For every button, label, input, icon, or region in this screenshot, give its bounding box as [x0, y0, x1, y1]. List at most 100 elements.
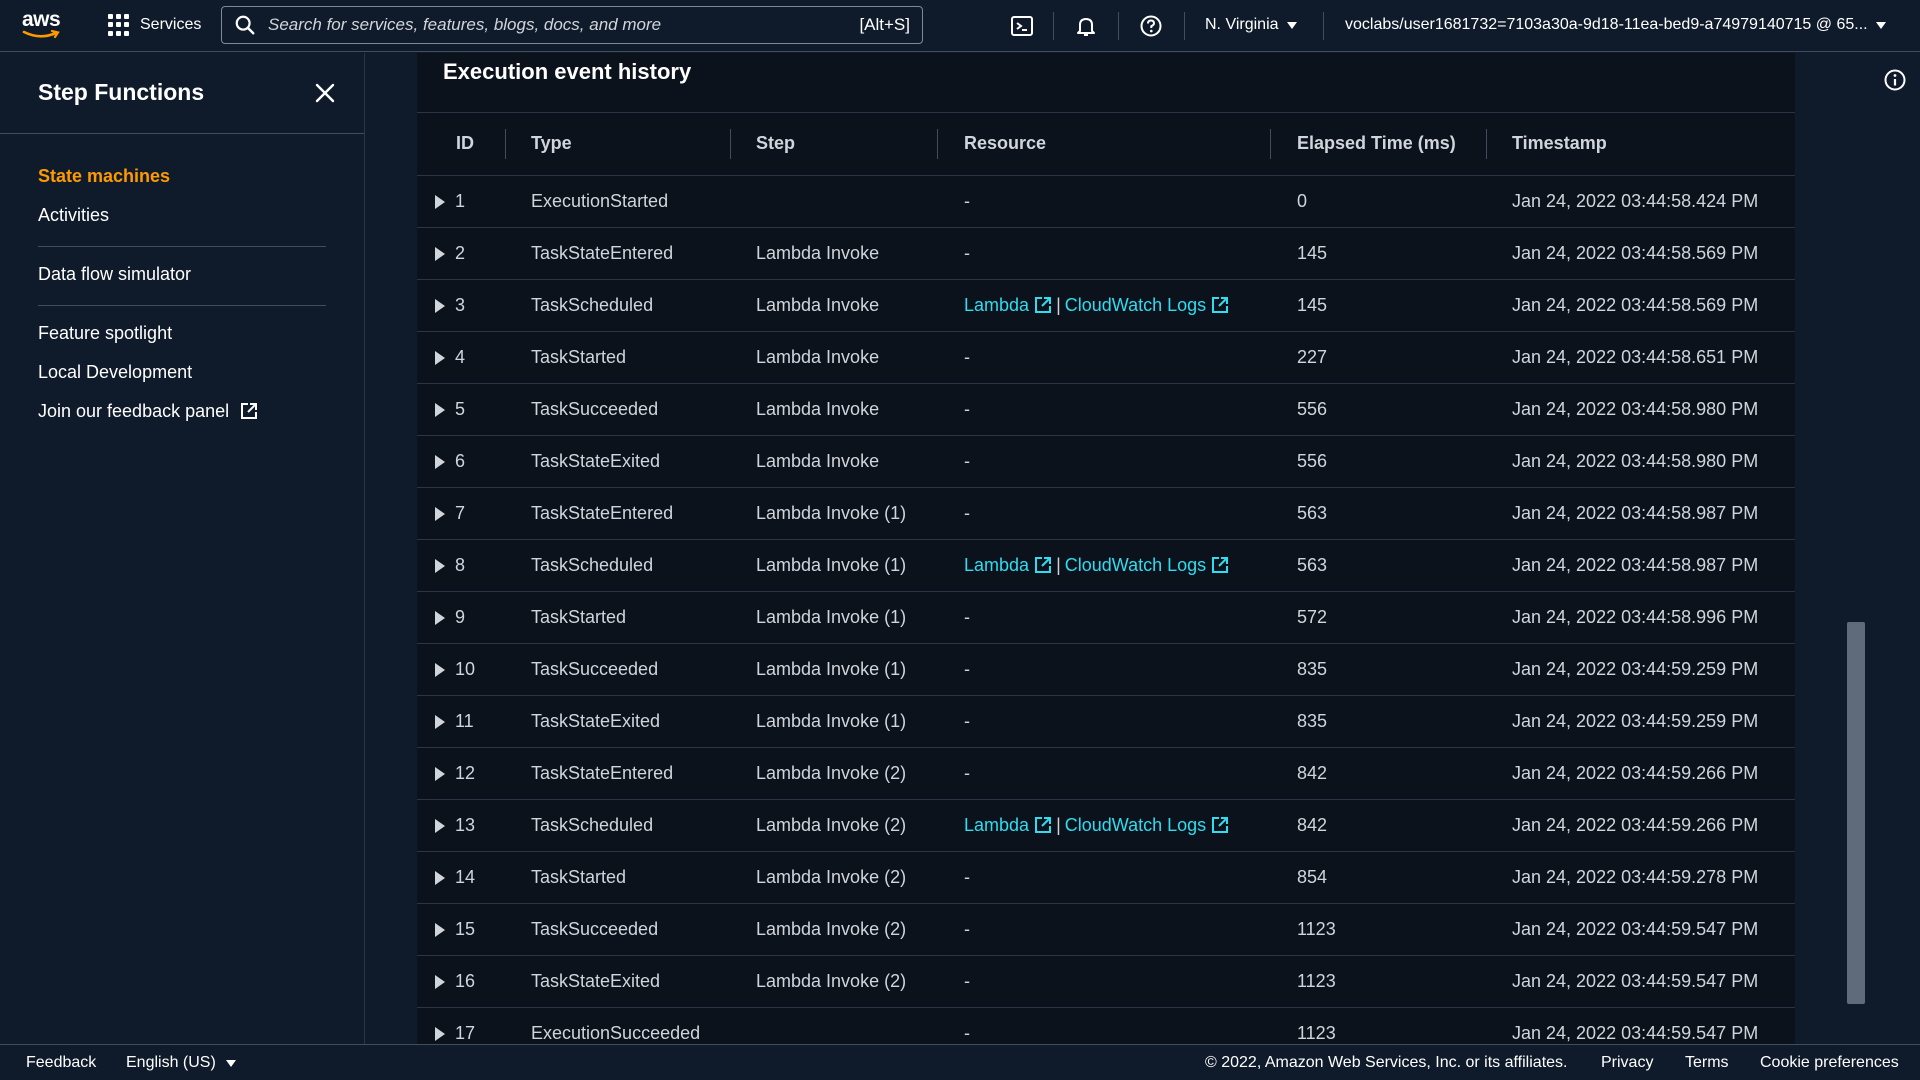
step-cell: Lambda Invoke (1) — [756, 503, 907, 523]
resource-cell: - — [964, 347, 970, 367]
cloudwatch-logs-link[interactable]: CloudWatch Logs — [1065, 815, 1206, 835]
expand-triangle-icon[interactable] — [435, 507, 445, 521]
sidebar-divider — [38, 246, 326, 247]
expand-triangle-icon[interactable] — [435, 559, 445, 573]
expand-triangle-icon[interactable] — [435, 195, 445, 209]
column-header-elapsed-time[interactable]: Elapsed Time (ms) — [1297, 133, 1456, 154]
table-row[interactable]: 7 TaskStateEntered Lambda Invoke (1) - 563 Ja… — [417, 488, 1795, 540]
help-icon[interactable] — [1139, 14, 1163, 38]
table-row[interactable]: 12 TaskStateEntered Lambda Invoke (2) - 842 J… — [417, 748, 1795, 800]
sidebar-item-data-flow-simulator[interactable]: Data flow simulator — [38, 264, 191, 285]
account-menu[interactable]: voclabs/user1681732=7103a30a-9d18-11ea-b… — [1345, 16, 1886, 34]
table-row[interactable]: 3 TaskScheduled Lambda Invoke Lambda | CloudW… — [417, 280, 1795, 332]
table-row[interactable]: 16 TaskStateExited Lambda Invoke (2) - 1123 J… — [417, 956, 1795, 1008]
sidebar-item-state-machines[interactable]: State machines — [38, 166, 170, 187]
expand-triangle-icon[interactable] — [435, 923, 445, 937]
type-cell: TaskScheduled — [531, 555, 654, 575]
cloudwatch-logs-link[interactable]: CloudWatch Logs — [1065, 555, 1206, 575]
step-cell: Lambda Invoke — [756, 243, 880, 263]
expand-triangle-icon[interactable] — [435, 767, 445, 781]
bell-icon[interactable] — [1074, 14, 1098, 38]
footer-terms-link[interactable]: Terms — [1685, 1054, 1729, 1072]
expand-triangle-icon[interactable] — [435, 611, 445, 625]
id-cell: 14 — [455, 867, 476, 887]
timestamp-cell: Jan 24, 2022 03:44:58.569 PM — [1512, 295, 1759, 315]
column-header-timestamp[interactable]: Timestamp — [1512, 133, 1607, 154]
expand-triangle-icon[interactable] — [435, 871, 445, 885]
expand-triangle-icon[interactable] — [435, 1027, 445, 1041]
search-input[interactable]: Search for services, features, blogs, do… — [221, 6, 923, 44]
cloudwatch-logs-link[interactable]: CloudWatch Logs — [1065, 295, 1206, 315]
table-row[interactable]: 14 TaskStarted Lambda Invoke (2) - 854 Jan 24… — [417, 852, 1795, 904]
language-selector[interactable]: English (US) — [126, 1054, 237, 1072]
expand-triangle-icon[interactable] — [435, 455, 445, 469]
resource-cell: - — [964, 919, 970, 939]
sidebar-item-feedback-panel[interactable]: Join our feedback panel — [38, 401, 258, 422]
footer-privacy-link[interactable]: Privacy — [1601, 1054, 1653, 1072]
table-row[interactable]: 9 TaskStarted Lambda Invoke (1) - 572 Jan 24,… — [417, 592, 1795, 644]
table-row[interactable]: 17 ExecutionSucceeded - 1123 Jan 24, 2022 03… — [417, 1008, 1795, 1044]
id-cell: 10 — [455, 659, 476, 679]
search-placeholder: Search for services, features, blogs, do… — [268, 15, 662, 34]
column-header-id[interactable]: ID — [456, 133, 474, 154]
resource-links: Lambda | CloudWatch Logs — [964, 555, 1229, 576]
type-cell: TaskStateEntered — [531, 763, 674, 783]
side-navigation: Step Functions State machines Activities… — [0, 53, 365, 1044]
link-separator: | — [1056, 295, 1061, 315]
chevron-down-icon — [1286, 21, 1297, 29]
sidebar-divider — [38, 305, 326, 306]
close-icon[interactable] — [313, 81, 337, 105]
timestamp-cell: Jan 24, 2022 03:44:59.547 PM — [1512, 1023, 1759, 1043]
step-cell: Lambda Invoke — [756, 347, 880, 367]
services-menu-button[interactable]: Services — [108, 14, 201, 36]
expand-triangle-icon[interactable] — [435, 715, 445, 729]
table-row[interactable]: 1 ExecutionStarted - 0 Jan 24, 2022 03:44:58… — [417, 176, 1795, 228]
aws-logo[interactable]: aws — [22, 8, 66, 42]
region-selector[interactable]: N. Virginia — [1205, 16, 1297, 34]
scrollbar-thumb[interactable] — [1847, 622, 1865, 1004]
expand-triangle-icon[interactable] — [435, 975, 445, 989]
sidebar-item-feature-spotlight[interactable]: Feature spotlight — [38, 323, 172, 344]
lambda-link[interactable]: Lambda — [964, 815, 1029, 835]
timestamp-cell: Jan 24, 2022 03:44:59.266 PM — [1512, 763, 1759, 783]
elapsed-time-cell: 835 — [1297, 659, 1328, 679]
table-row[interactable]: 2 TaskStateEntered Lambda Invoke - 145 Jan 24… — [417, 228, 1795, 280]
info-icon[interactable] — [1883, 68, 1907, 92]
footer-cookie-preferences-link[interactable]: Cookie preferences — [1760, 1054, 1899, 1072]
expand-triangle-icon[interactable] — [435, 663, 445, 677]
sidebar-item-local-development[interactable]: Local Development — [38, 362, 192, 383]
table-row[interactable]: 6 TaskStateExited Lambda Invoke - 556 Jan 24,… — [417, 436, 1795, 488]
id-cell: 3 — [455, 295, 466, 315]
lambda-link[interactable]: Lambda — [964, 555, 1029, 575]
elapsed-time-cell: 842 — [1297, 763, 1328, 783]
id-cell: 5 — [455, 399, 466, 419]
elapsed-time-cell: 854 — [1297, 867, 1328, 887]
expand-triangle-icon[interactable] — [435, 247, 445, 261]
expand-triangle-icon[interactable] — [435, 299, 445, 313]
sidebar-header: Step Functions — [0, 53, 364, 134]
type-cell: TaskSucceeded — [531, 919, 659, 939]
footer-copyright: © 2022, Amazon Web Services, Inc. or its… — [1205, 1054, 1568, 1071]
chevron-down-icon — [226, 1060, 237, 1067]
elapsed-time-cell: 1123 — [1297, 919, 1336, 939]
table-row[interactable]: 8 TaskScheduled Lambda Invoke (1) Lambda | Cl… — [417, 540, 1795, 592]
cloudshell-icon[interactable] — [1010, 14, 1034, 38]
table-row[interactable]: 15 TaskSucceeded Lambda Invoke (2) - 1123 Jan… — [417, 904, 1795, 956]
footer-feedback-link[interactable]: Feedback — [26, 1054, 96, 1072]
aws-logo-text: aws — [22, 8, 61, 31]
expand-triangle-icon[interactable] — [435, 403, 445, 417]
column-header-type[interactable]: Type — [531, 133, 572, 154]
type-cell: TaskScheduled — [531, 295, 654, 315]
elapsed-time-cell: 145 — [1297, 243, 1328, 263]
lambda-link[interactable]: Lambda — [964, 295, 1029, 315]
table-row[interactable]: 10 TaskSucceeded Lambda Invoke (1) - 835 Jan … — [417, 644, 1795, 696]
table-row[interactable]: 13 TaskScheduled Lambda Invoke (2) Lambda | C… — [417, 800, 1795, 852]
sidebar-item-activities[interactable]: Activities — [38, 205, 109, 226]
table-row[interactable]: 5 TaskSucceeded Lambda Invoke - 556 Jan 24, 2… — [417, 384, 1795, 436]
table-row[interactable]: 11 TaskStateExited Lambda Invoke (1) - 835 Ja… — [417, 696, 1795, 748]
column-header-resource[interactable]: Resource — [964, 133, 1046, 154]
table-row[interactable]: 4 TaskStarted Lambda Invoke - 227 Jan 24, 202… — [417, 332, 1795, 384]
expand-triangle-icon[interactable] — [435, 819, 445, 833]
expand-triangle-icon[interactable] — [435, 351, 445, 365]
column-header-step[interactable]: Step — [756, 133, 795, 154]
